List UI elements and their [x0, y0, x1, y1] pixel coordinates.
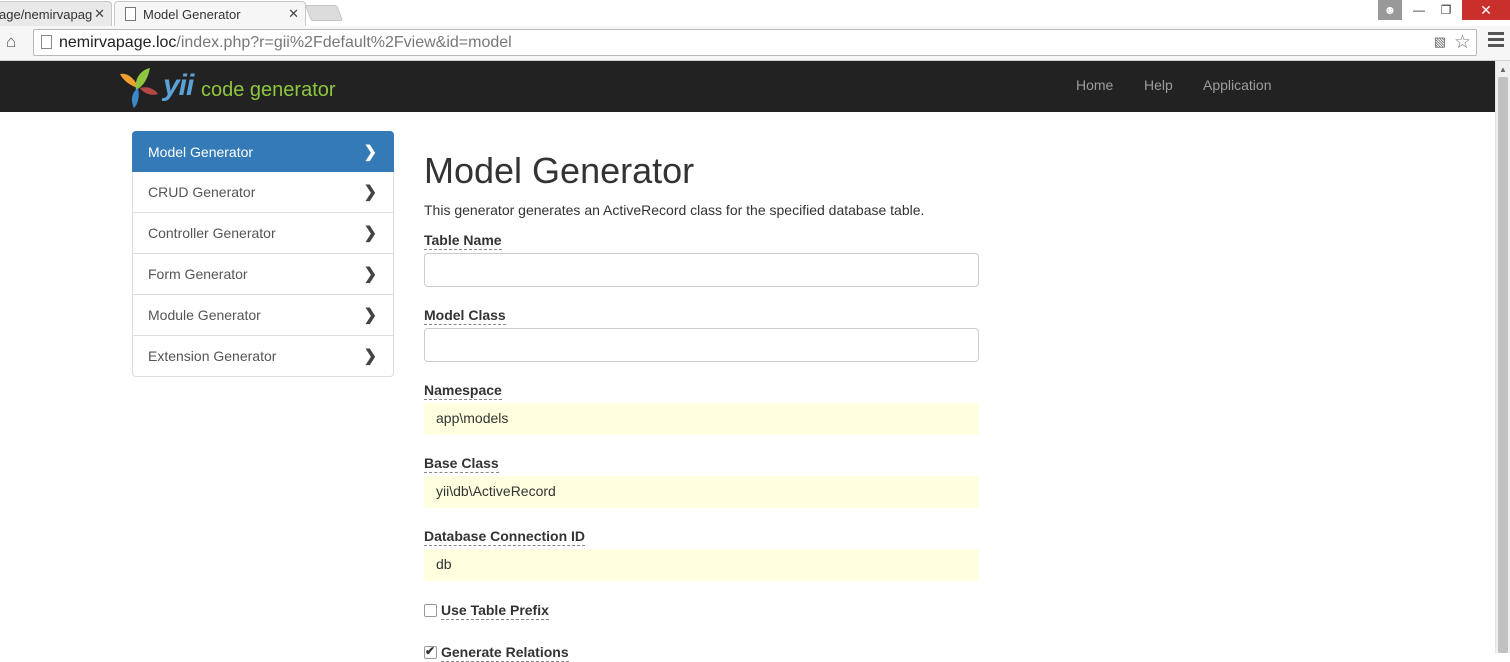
field-label: Generate Relations: [441, 644, 569, 662]
browser-toolbar: ⌂ nemirvapage.loc/index.php?r=gii%2Fdefa…: [0, 26, 1510, 61]
nav-home-link[interactable]: Home: [1076, 77, 1113, 93]
generator-form: Model Generator This generator generates…: [424, 150, 980, 662]
table-name-field: Table Name: [424, 232, 979, 287]
page-icon: [125, 7, 136, 21]
chevron-right-icon: ❯: [363, 266, 377, 283]
browser-tab-2[interactable]: Model Generator ✕: [114, 1, 306, 26]
chevron-right-icon: ❯: [363, 348, 377, 365]
generate-relations-field: Generate Relations: [424, 644, 569, 662]
sidebar-item-crud-generator[interactable]: CRUD Generator ❯: [132, 172, 394, 213]
nav-help-link[interactable]: Help: [1144, 77, 1173, 93]
model-class-input[interactable]: [424, 328, 979, 362]
logo-text: yii: [163, 69, 194, 102]
tab-strip: age/nemirvapag ✕ Model Generator ✕ ☻ — ❐…: [0, 0, 1510, 26]
sidebar-item-module-generator[interactable]: Module Generator ❯: [132, 295, 394, 336]
scroll-up-icon[interactable]: ▲: [1499, 65, 1507, 74]
base-class-input[interactable]: yii\db\ActiveRecord: [424, 476, 979, 508]
new-tab-button[interactable]: [305, 5, 343, 21]
yii-logo[interactable]: yii code generator: [118, 66, 336, 108]
app-navbar: yii code generator Home Help Application: [0, 61, 1495, 112]
field-label: Use Table Prefix: [441, 602, 549, 620]
chevron-right-icon: ❯: [363, 307, 377, 324]
namespace-input[interactable]: app\models: [424, 403, 979, 435]
page-description: This generator generates an ActiveRecord…: [424, 202, 925, 218]
minimize-button[interactable]: —: [1406, 0, 1432, 20]
close-tab-icon[interactable]: ✕: [288, 6, 299, 22]
logo-subtext: code generator: [201, 79, 336, 101]
db-connection-field: Database Connection ID db: [424, 528, 979, 581]
use-table-prefix-checkbox[interactable]: [424, 604, 437, 617]
url-text: nemirvapage.loc/index.php?r=gii%2Fdefaul…: [59, 34, 512, 51]
field-label: Table Name: [424, 232, 502, 250]
table-name-input[interactable]: [424, 253, 979, 287]
sidebar-item-label: Module Generator: [148, 307, 261, 323]
sidebar-item-label: Form Generator: [148, 266, 248, 282]
close-tab-icon[interactable]: ✕: [94, 6, 105, 22]
sidebar-item-form-generator[interactable]: Form Generator ❯: [132, 254, 394, 295]
field-label: Namespace: [424, 382, 502, 400]
base-class-field: Base Class yii\db\ActiveRecord: [424, 455, 979, 508]
field-label: Database Connection ID: [424, 528, 586, 546]
home-icon[interactable]: ⌂: [6, 32, 24, 52]
restore-button[interactable]: ❐: [1432, 0, 1460, 20]
sidebar-item-extension-generator[interactable]: Extension Generator ❯: [132, 336, 394, 377]
chevron-right-icon: ❯: [363, 184, 377, 201]
scrollbar-thumb[interactable]: [1498, 77, 1508, 653]
sidebar-item-label: Extension Generator: [148, 348, 277, 364]
model-class-field: Model Class: [424, 307, 979, 362]
bookmark-star-icon[interactable]: ☆: [1454, 31, 1471, 54]
page-scrollbar[interactable]: ▲: [1495, 61, 1510, 653]
browser-tab-1[interactable]: age/nemirvapag ✕: [0, 1, 112, 26]
address-bar[interactable]: nemirvapage.loc/index.php?r=gii%2Fdefaul…: [33, 29, 1477, 56]
chevron-right-icon: ❯: [363, 225, 377, 242]
close-window-button[interactable]: ✕: [1462, 0, 1510, 20]
tab-title: Model Generator: [143, 6, 241, 22]
page-icon: [41, 35, 52, 49]
browser-chrome: age/nemirvapag ✕ Model Generator ✕ ☻ — ❐…: [0, 0, 1510, 61]
sidebar-item-model-generator[interactable]: Model Generator ❯: [132, 131, 394, 172]
nav-application-link[interactable]: Application: [1203, 77, 1272, 93]
yii-leaf-icon: [120, 68, 158, 108]
tab-title: age/nemirvapag: [0, 6, 93, 22]
page-title: Model Generator: [424, 150, 695, 191]
sidebar-item-label: CRUD Generator: [148, 184, 256, 200]
field-label: Base Class: [424, 455, 499, 473]
sidebar-item-controller-generator[interactable]: Controller Generator ❯: [132, 213, 394, 254]
user-icon[interactable]: ☻: [1378, 0, 1402, 20]
sidebar-item-label: Model Generator: [148, 144, 254, 160]
chevron-right-icon: ❯: [363, 144, 377, 161]
translate-icon[interactable]: ▧: [1434, 34, 1446, 50]
field-label: Model Class: [424, 307, 506, 325]
sidebar-item-label: Controller Generator: [148, 225, 276, 241]
namespace-field: Namespace app\models: [424, 382, 979, 435]
generator-sidebar: Model Generator ❯ CRUD Generator ❯ Contr…: [132, 131, 394, 377]
db-connection-input[interactable]: db: [424, 549, 979, 581]
use-table-prefix-field: Use Table Prefix: [424, 602, 549, 620]
browser-menu-icon[interactable]: [1488, 32, 1504, 50]
